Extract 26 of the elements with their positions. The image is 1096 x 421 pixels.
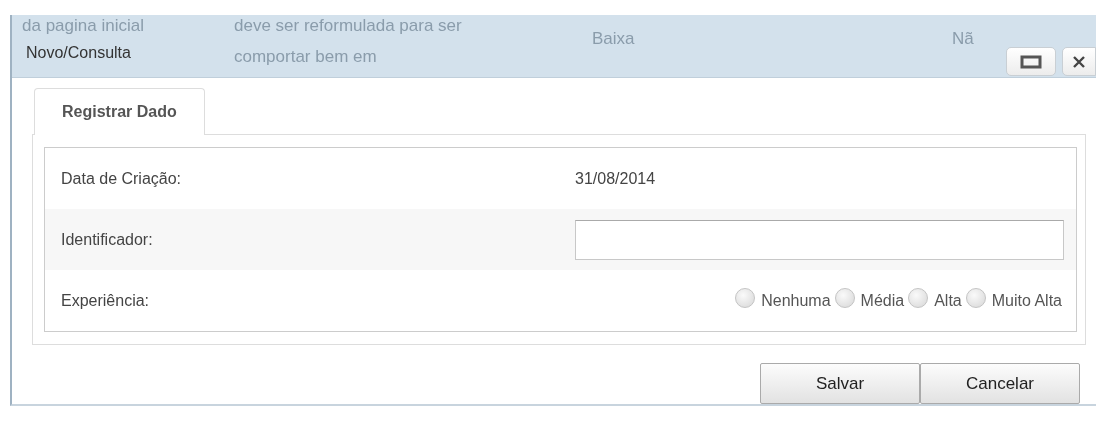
identifier-field[interactable] xyxy=(575,219,1064,260)
radio-button[interactable] xyxy=(965,287,986,308)
close-icon xyxy=(1071,53,1087,70)
field-label: Experiência: xyxy=(60,291,151,310)
tab[interactable]: Registrar Dado xyxy=(34,88,205,135)
creation-date: 31/08/2014 xyxy=(574,169,657,188)
maximize-icon xyxy=(1020,54,1042,69)
background-text: deve ser reformulada para ser xyxy=(234,16,462,36)
radio-label[interactable]: Muito Alta xyxy=(991,291,1062,310)
radio-button[interactable] xyxy=(834,287,855,308)
save-button[interactable]: Salvar xyxy=(760,363,920,404)
radio-label[interactable]: Média xyxy=(860,291,905,310)
background-text: Baixa xyxy=(592,29,635,49)
radio-label[interactable]: Nenhuma xyxy=(761,291,831,310)
close-button[interactable] xyxy=(1062,47,1096,76)
field-label: Identificador: xyxy=(60,230,154,249)
maximize-button[interactable] xyxy=(1006,47,1056,76)
field-label: Data de Criação: xyxy=(60,169,183,188)
window-title: Novo/Consulta xyxy=(26,43,131,63)
radio-button[interactable] xyxy=(908,287,929,308)
radio-button[interactable] xyxy=(735,287,756,308)
cancel-button[interactable]: Cancelar xyxy=(920,363,1080,404)
background-text: da pagina inicial xyxy=(22,16,144,36)
background-text: comportar bem em xyxy=(234,47,377,67)
radio-label[interactable]: Alta xyxy=(934,291,962,310)
background-text: Nã xyxy=(952,29,974,49)
